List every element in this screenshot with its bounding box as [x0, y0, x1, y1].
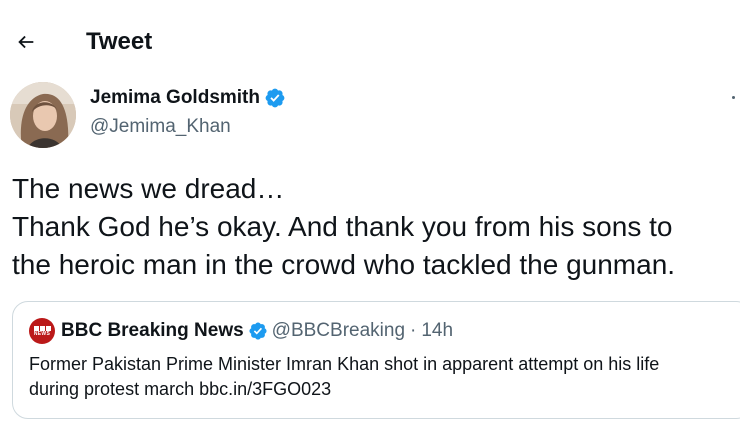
page-title: Tweet — [86, 28, 153, 55]
quoted-tweet-card[interactable]: NEWS BBC Breaking News @BBCBreaking · 14… — [12, 301, 740, 419]
more-button[interactable] — [726, 92, 740, 106]
avatar[interactable] — [10, 82, 76, 148]
author-name[interactable]: Jemima Goldsmith — [90, 86, 260, 110]
page-header: Tweet — [0, 18, 740, 66]
tweet-text-line: The news we dread… — [12, 173, 285, 204]
author-handle[interactable]: @Jemima_Khan — [90, 115, 231, 139]
tweet-text: The news we dread… Thank God he’s okay. … — [12, 170, 738, 284]
quoted-author-name[interactable]: BBC Breaking News — [61, 320, 244, 342]
tweet-author: Jemima Goldsmith @Jemima_Khan — [0, 78, 740, 152]
avatar-image — [10, 82, 76, 148]
tweet-page: Tweet Jemima Goldsmith @Jemima_Khan The … — [0, 0, 740, 440]
bbc-logo-icon: NEWS — [29, 318, 55, 344]
more-icon — [732, 96, 735, 99]
verified-badge-icon — [249, 322, 267, 340]
quoted-tweet-time[interactable]: 14h — [421, 320, 453, 342]
quoted-tweet-text: Former Pakistan Prime Minister Imran Kha… — [29, 352, 740, 402]
tweet-text-line: the heroic man in the crowd who tackled … — [12, 249, 676, 280]
quoted-tweet-text-line: Former Pakistan Prime Minister Imran Kha… — [29, 354, 660, 374]
back-button[interactable] — [8, 24, 44, 60]
verified-badge-icon — [265, 88, 285, 108]
quoted-tweet-text-line: during protest march bbc.in/3FGO023 — [29, 379, 332, 399]
separator: · — [410, 320, 417, 341]
quoted-author-handle[interactable]: @BBCBreaking — [272, 320, 405, 342]
tweet-text-line: Thank God he’s okay. And thank you from … — [12, 211, 673, 242]
quoted-tweet-header: NEWS BBC Breaking News @BBCBreaking · 14… — [29, 318, 453, 344]
arrow-left-icon — [18, 35, 34, 49]
